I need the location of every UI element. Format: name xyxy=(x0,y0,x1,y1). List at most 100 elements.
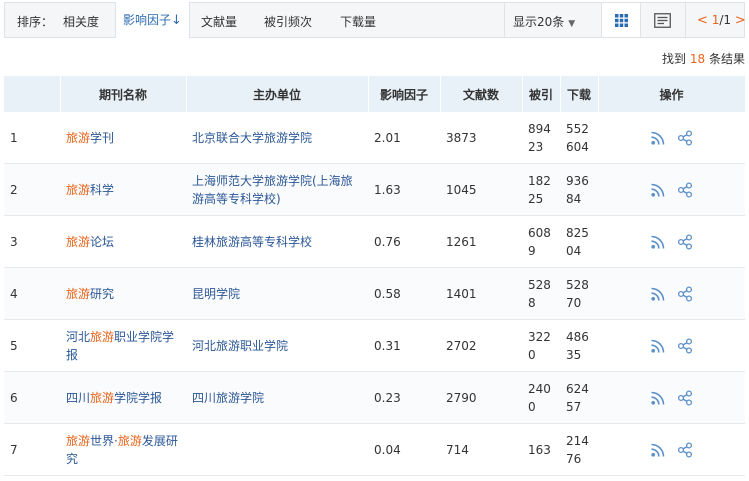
doc-count-value: 2702 xyxy=(440,319,522,372)
share-icon[interactable] xyxy=(677,390,693,406)
row-index: 6 xyxy=(4,371,60,424)
journal-name-link[interactable]: 旅游研究 xyxy=(60,267,186,320)
doc-count-value: 1045 xyxy=(440,163,522,216)
download-count-value: 21476 xyxy=(560,423,598,476)
column-header-organizer[interactable]: 主办单位 xyxy=(186,76,369,112)
table-row: 2 旅游科学 上海师范大学旅游学院(上海旅游高等专科学校) 1.63 1045 … xyxy=(4,163,745,216)
list-view-button[interactable] xyxy=(643,3,681,37)
journal-name-text: 世界· xyxy=(90,433,118,448)
rss-icon[interactable] xyxy=(650,390,666,406)
keyword-highlight: 旅游 xyxy=(66,234,91,249)
organizer-link[interactable]: 北京联合大学旅游学院 xyxy=(186,112,368,164)
citation-count-value: 18225 xyxy=(522,163,560,216)
keyword-highlight: 旅游 xyxy=(66,130,91,145)
impact-factor-value: 1.63 xyxy=(368,163,440,216)
keyword-highlight: 旅游 xyxy=(66,182,91,197)
sort-bar: 排序： 相关度 影响因子↓ 文献量 被引频次 下载量 显示20条 ▼ < 1/1 … xyxy=(4,2,746,38)
impact-factor-value: 0.58 xyxy=(368,267,440,320)
result-count-suffix: 条结果 xyxy=(708,52,745,66)
doc-count-value: 3873 xyxy=(440,112,522,164)
journal-name-link[interactable]: 旅游世界·旅游发展研究 xyxy=(60,423,186,476)
keyword-highlight: 旅游 xyxy=(66,433,91,448)
sort-option-citations[interactable]: 被引频次 xyxy=(264,13,312,30)
table-row: 3 旅游论坛 桂林旅游高等专科学校 0.76 1261 6089 82504 xyxy=(4,215,745,268)
column-header-impact-factor[interactable]: 影响因子 xyxy=(368,76,441,112)
column-header-index xyxy=(4,76,61,112)
impact-factor-value: 0.76 xyxy=(368,215,440,268)
journal-name-text: 研究 xyxy=(90,286,115,301)
row-index: 1 xyxy=(4,112,60,164)
organizer-link[interactable]: 河北旅游职业学院 xyxy=(186,319,368,372)
table-row: 4 旅游研究 昆明学院 0.58 1401 5288 52870 xyxy=(4,267,745,320)
journal-name-text: 科学 xyxy=(90,182,115,197)
row-actions xyxy=(598,163,745,216)
row-actions xyxy=(598,215,745,268)
total-pages: 1 xyxy=(723,13,732,27)
rss-icon[interactable] xyxy=(650,286,666,302)
doc-count-value: 714 xyxy=(440,423,522,476)
citation-count-value: 6089 xyxy=(522,215,560,268)
page-size-select[interactable]: 显示20条 ▼ xyxy=(513,13,575,30)
journal-name-link[interactable]: 旅游学刊 xyxy=(60,112,186,164)
divider xyxy=(640,3,641,37)
keyword-highlight: 旅游 xyxy=(117,433,142,448)
share-icon[interactable] xyxy=(677,130,693,146)
organizer-link[interactable]: 昆明学院 xyxy=(186,267,368,320)
rss-icon[interactable] xyxy=(650,182,666,198)
download-count-value: 93684 xyxy=(560,163,598,216)
citation-count-value: 89423 xyxy=(522,112,560,164)
table-header-row: 期刊名称 主办单位 影响因子 文献数 被引 下载 操作 xyxy=(4,76,746,112)
share-icon[interactable] xyxy=(677,338,693,354)
column-header-journal-name[interactable]: 期刊名称 xyxy=(60,76,187,112)
sort-option-impact-factor[interactable]: 影响因子↓ xyxy=(115,2,190,38)
next-page-button[interactable]: > xyxy=(735,13,746,28)
organizer-link[interactable]: 四川旅游学院 xyxy=(186,371,368,424)
journal-table: 期刊名称 主办单位 影响因子 文献数 被引 下载 操作 1 旅游学刊 北京联合大… xyxy=(4,76,746,476)
journal-name-link[interactable]: 河北旅游职业学院学报 xyxy=(60,319,186,372)
sort-option-downloads[interactable]: 下载量 xyxy=(340,13,376,30)
journal-name-link[interactable]: 四川旅游学院学报 xyxy=(60,371,186,424)
share-icon[interactable] xyxy=(677,234,693,250)
row-actions xyxy=(598,371,745,424)
prev-page-button[interactable]: < xyxy=(697,13,708,28)
keyword-highlight: 旅游 xyxy=(90,329,115,344)
organizer-link[interactable]: 桂林旅游高等专科学校 xyxy=(186,215,368,268)
column-header-citations[interactable]: 被引 xyxy=(522,76,561,112)
share-icon[interactable] xyxy=(677,442,693,458)
grid-view-icon xyxy=(614,13,628,27)
download-count-value: 62457 xyxy=(560,371,598,424)
citation-count-value: 2400 xyxy=(522,371,560,424)
column-header-doc-count[interactable]: 文献数 xyxy=(440,76,523,112)
impact-factor-value: 0.23 xyxy=(368,371,440,424)
journal-name-link[interactable]: 旅游科学 xyxy=(60,163,186,216)
impact-factor-value: 2.01 xyxy=(368,112,440,164)
row-index: 4 xyxy=(4,267,60,320)
download-count-value: 52870 xyxy=(560,267,598,320)
table-row: 6 四川旅游学院学报 四川旅游学院 0.23 2790 2400 62457 xyxy=(4,371,745,424)
rss-icon[interactable] xyxy=(650,442,666,458)
journal-name-text: 论坛 xyxy=(90,234,115,249)
result-count: 找到 18 条结果 xyxy=(662,50,745,67)
doc-count-value: 2790 xyxy=(440,371,522,424)
share-icon[interactable] xyxy=(677,286,693,302)
journal-name-text: 河北 xyxy=(66,329,91,344)
row-actions xyxy=(598,319,745,372)
sort-desc-arrow-icon: ↓ xyxy=(171,13,182,28)
journal-name-text: 学院学报 xyxy=(114,390,163,405)
rss-icon[interactable] xyxy=(650,130,666,146)
table-row: 5 河北旅游职业学院学报 河北旅游职业学院 0.31 2702 3220 486… xyxy=(4,319,745,372)
grid-view-button[interactable] xyxy=(602,3,640,37)
download-count-value: 82504 xyxy=(560,215,598,268)
organizer-link[interactable]: 上海师范大学旅游学院(上海旅游高等专科学校) xyxy=(186,163,368,216)
column-header-downloads[interactable]: 下载 xyxy=(560,76,599,112)
row-index: 5 xyxy=(4,319,60,372)
rss-icon[interactable] xyxy=(650,338,666,354)
journal-name-link[interactable]: 旅游论坛 xyxy=(60,215,186,268)
column-header-actions: 操作 xyxy=(598,76,746,112)
share-icon[interactable] xyxy=(677,182,693,198)
sort-option-doc-count[interactable]: 文献量 xyxy=(201,13,237,30)
keyword-highlight: 旅游 xyxy=(90,390,115,405)
organizer-link[interactable] xyxy=(186,423,368,476)
sort-option-relevance[interactable]: 相关度 xyxy=(63,13,99,30)
rss-icon[interactable] xyxy=(650,234,666,250)
